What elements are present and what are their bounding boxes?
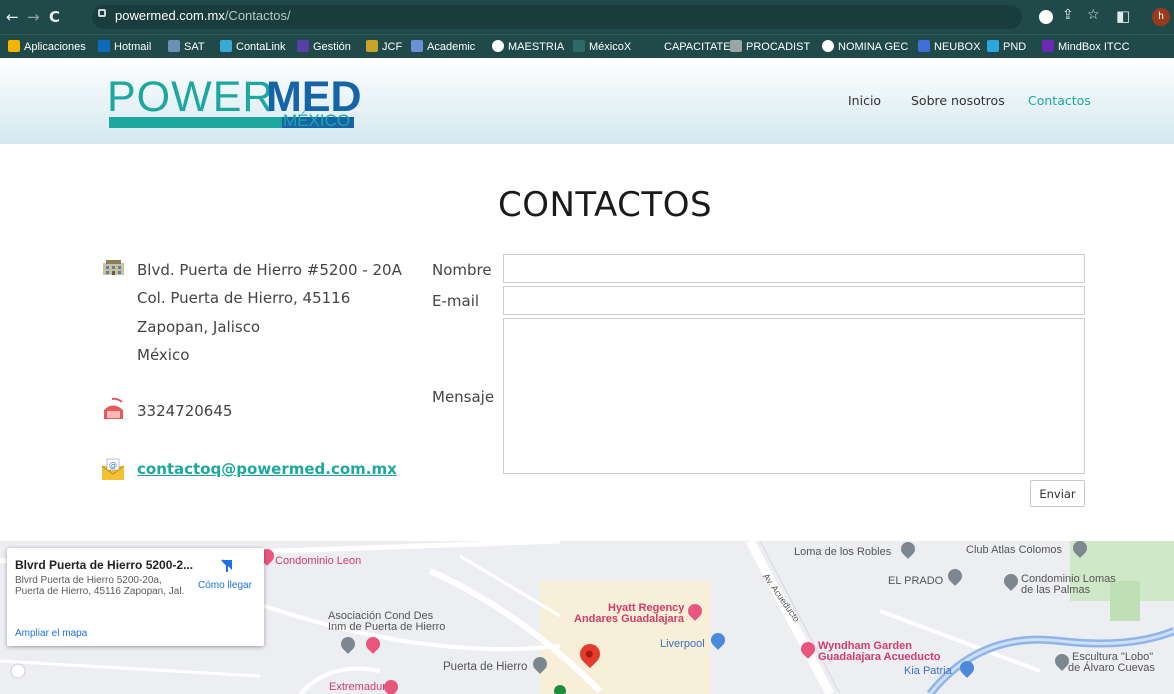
map-label-liverpool[interactable]: Liverpool	[660, 638, 705, 650]
gestion-icon	[297, 40, 309, 52]
page-title: CONTACTOS	[497, 185, 713, 225]
email-envelope-icon: @	[101, 458, 125, 480]
bookmark-maestria[interactable]: MAESTRIA	[492, 39, 564, 55]
svg-text:@: @	[109, 461, 117, 470]
nombre-label: Nombre	[432, 261, 492, 279]
bookmark-procadist[interactable]: PROCADIST	[730, 39, 810, 55]
map-card-title: Blvrd Puerta de Hierro 5200-2...	[15, 558, 194, 572]
directions-icon[interactable]	[220, 558, 234, 572]
address-line-3: Zapopan, Jalisco	[137, 318, 261, 336]
nav-sobre-nosotros[interactable]: Sobre nosotros	[911, 93, 1005, 108]
mensaje-label: Mensaje	[432, 388, 495, 406]
bookmark-capacitate[interactable]: CAPACITATE	[648, 39, 731, 55]
mindbox-icon	[1042, 40, 1054, 52]
url-text[interactable]: powermed.com.mx/Contactos/	[115, 8, 291, 23]
bookmark-mindbox[interactable]: MindBox ITCC	[1042, 39, 1130, 55]
email-input[interactable]	[503, 286, 1085, 315]
bookmark-pnd[interactable]: PND	[987, 39, 1026, 55]
neubox-icon	[918, 40, 930, 52]
back-arrow-icon[interactable]: ←	[6, 8, 19, 26]
bookmark-sat[interactable]: SAT	[168, 39, 205, 55]
bookmark-contalink[interactable]: ContaLink	[220, 39, 286, 55]
capacitate-icon	[648, 40, 660, 52]
logo-power-text[interactable]: POWER	[107, 75, 274, 119]
phone-icon	[104, 397, 123, 419]
bookmark-nomina-gec[interactable]: NOMINA GEC	[822, 39, 908, 55]
bookmarks-bar: Aplicaciones Hotmail SAT ContaLink Gesti…	[0, 34, 1174, 58]
address-line-2: Col. Puerta de Hierro, 45116	[137, 289, 351, 307]
outlook-icon	[98, 40, 110, 52]
map-label-wyndham-2: Guadalajara Acueducto	[818, 651, 941, 663]
academic-icon	[411, 40, 423, 52]
jcf-icon	[366, 40, 378, 52]
map-label-puerta-hierro[interactable]: Puerta de Hierro	[443, 661, 527, 673]
bookmark-gestion[interactable]: Gestión	[297, 39, 351, 55]
profile-avatar[interactable]: h	[1152, 8, 1170, 26]
email-label: E-mail	[432, 292, 480, 310]
email-link[interactable]: contactoq@powermed.com.mx	[137, 460, 397, 478]
building-icon	[103, 260, 124, 275]
map-label-condominio-lomas-2: de las Palmas	[1021, 584, 1091, 596]
bookmark-mexicox[interactable]: MéxicoX	[573, 39, 631, 55]
logo-country-text: MÉXICO	[283, 111, 351, 130]
bookmark-neubox[interactable]: NEUBOX	[918, 39, 980, 55]
map-label-el-prado[interactable]: EL PRADO	[888, 575, 943, 587]
address-line-4: México	[137, 346, 190, 364]
phone-number: 3324720645	[137, 402, 233, 420]
procadist-icon	[730, 40, 742, 52]
share-icon[interactable]: ⇪	[1062, 7, 1074, 23]
google-lens-icon[interactable]	[1039, 10, 1053, 24]
lock-icon	[98, 9, 106, 17]
nombre-input[interactable]	[503, 254, 1085, 283]
directions-link[interactable]: Cómo llegar	[198, 580, 252, 591]
map-card-address: Blvrd Puerta de Hierro 5200-20a, Puerta …	[15, 575, 185, 597]
map-label-condominio-leon[interactable]: Condominio Leon	[275, 555, 361, 567]
bookmark-jcf[interactable]: JCF	[366, 39, 402, 55]
forward-arrow-icon[interactable]: →	[27, 8, 40, 26]
map-label-escultura-2: de Álvaro Cuevas	[1068, 662, 1155, 674]
mensaje-textarea[interactable]	[503, 318, 1085, 474]
map-label-club-atlas[interactable]: Club Atlas Colomos	[966, 544, 1062, 556]
apps-grid-icon	[8, 40, 20, 52]
map-label-hyatt-2: Andares Guadalajara	[574, 613, 685, 625]
enviar-button[interactable]: Enviar	[1030, 480, 1085, 507]
side-panel-icon[interactable]: ◧	[1116, 7, 1130, 25]
bookmark-aplicaciones[interactable]: Aplicaciones	[8, 39, 86, 55]
bookmark-star-icon[interactable]: ☆	[1087, 7, 1100, 23]
map-label-loma-robles[interactable]: Loma de los Robles	[794, 546, 891, 558]
map-label-kia[interactable]: Kia Patria	[904, 665, 952, 677]
sat-icon	[168, 40, 180, 52]
bookmark-academic[interactable]: Academic	[411, 39, 475, 55]
mexicox-icon	[573, 40, 585, 52]
globe-icon	[492, 40, 504, 52]
map-label-asociacion-2: Inm de Puerta de Hierro	[328, 621, 446, 633]
nav-inicio[interactable]: Inicio	[848, 93, 881, 108]
map-info-card: Blvrd Puerta de Hierro 5200-2... Blvrd P…	[7, 548, 264, 646]
nav-contactos[interactable]: Contactos	[1028, 93, 1091, 108]
pnd-icon	[987, 40, 999, 52]
address-line-1: Blvd. Puerta de Hierro #5200 - 20A	[137, 261, 402, 279]
contalink-icon	[220, 40, 232, 52]
enlarge-map-link[interactable]: Ampliar el mapa	[15, 628, 87, 639]
globe-icon	[822, 40, 834, 52]
reload-icon[interactable]: C	[49, 8, 60, 26]
bookmark-hotmail[interactable]: Hotmail	[98, 39, 151, 55]
